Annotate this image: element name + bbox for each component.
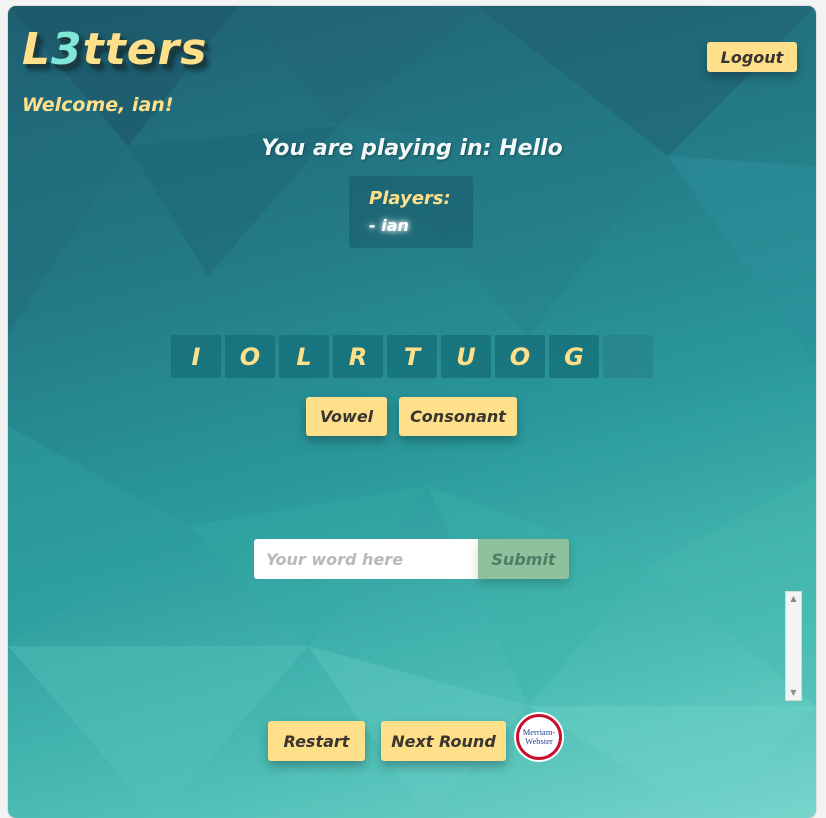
letter-tile: I xyxy=(171,335,221,378)
consonant-button[interactable]: Consonant xyxy=(399,397,517,436)
game-page: L3tters Welcome, ian! Logout You are pla… xyxy=(8,6,816,818)
title-accent: 3 xyxy=(51,24,83,75)
merriam-webster-logo[interactable]: Merriam- Webster xyxy=(516,714,562,760)
word-log-scrollbar[interactable]: ▲ ▼ xyxy=(785,591,802,701)
letter-tile: R xyxy=(333,335,383,378)
vowel-button[interactable]: Vowel xyxy=(306,397,387,436)
title-prefix: L xyxy=(22,24,52,75)
letter-tile: O xyxy=(225,335,275,378)
logo-line-2: Webster xyxy=(525,736,553,746)
scroll-down-arrow-icon[interactable]: ▼ xyxy=(786,686,801,700)
title-suffix: tters xyxy=(82,24,208,75)
empty-letter-tile xyxy=(603,335,653,378)
player-name: - ian xyxy=(369,216,409,235)
letter-tile: U xyxy=(441,335,491,378)
letter-tile: O xyxy=(495,335,545,378)
welcome-message: Welcome, ian! xyxy=(22,94,174,116)
players-panel: Players: - ian xyxy=(349,176,473,248)
letter-tile: T xyxy=(387,335,437,378)
logout-button[interactable]: Logout xyxy=(707,42,797,72)
players-heading: Players: xyxy=(369,188,451,209)
merriam-webster-logo-text: Merriam- Webster xyxy=(523,727,556,746)
word-input[interactable] xyxy=(254,539,478,579)
letter-tile: L xyxy=(279,335,329,378)
next-round-button[interactable]: Next Round xyxy=(381,721,506,761)
room-status: You are playing in: Hello xyxy=(261,136,563,161)
scroll-up-arrow-icon[interactable]: ▲ xyxy=(786,592,801,606)
submit-button[interactable]: Submit xyxy=(478,539,569,579)
restart-button[interactable]: Restart xyxy=(268,721,365,761)
app-title: L3tters xyxy=(22,24,207,75)
letter-tile: G xyxy=(549,335,599,378)
